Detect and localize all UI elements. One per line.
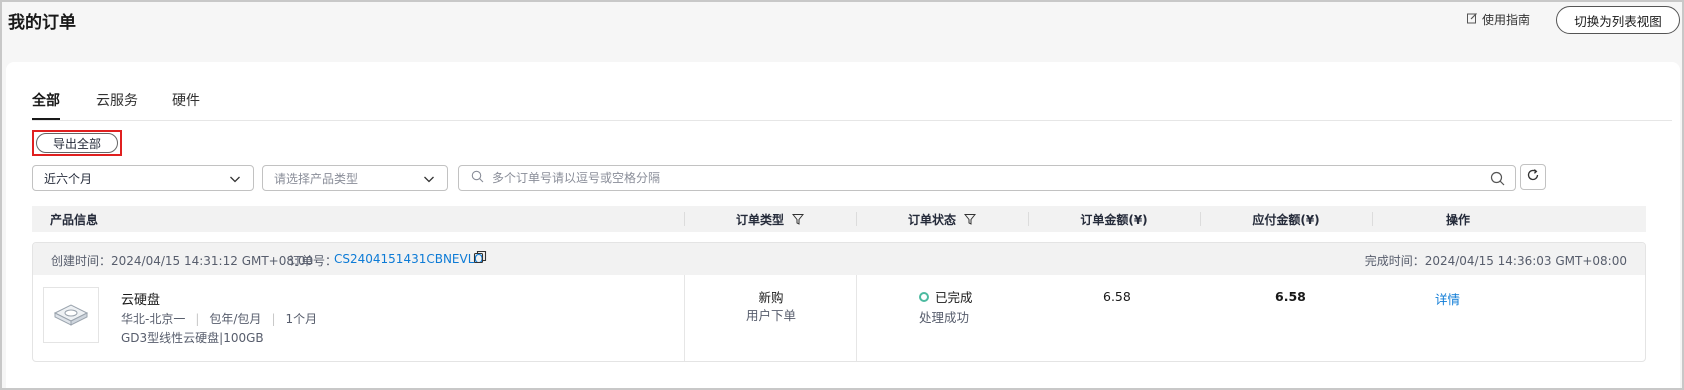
order-detail-link[interactable]: 详情 — [1435, 289, 1460, 308]
order-status-label: 已完成 — [935, 290, 973, 305]
order-created-time: 创建时间：2024/04/15 14:31:12 GMT+08:00 — [51, 254, 314, 268]
chevron-down-icon — [423, 173, 435, 187]
disk-icon — [51, 297, 91, 333]
column-product-info: 产品信息 — [50, 212, 99, 227]
product-type-select[interactable]: 请选择产品类型 — [262, 165, 448, 191]
order-amount-value: 6.58 — [1103, 289, 1131, 304]
order-type-sub: 用户下单 — [745, 308, 796, 323]
user-guide-link[interactable]: 使用指南 — [1466, 11, 1530, 28]
column-order-type: 订单类型 — [684, 206, 856, 232]
filter-icon[interactable] — [792, 213, 804, 225]
chevron-down-icon — [229, 173, 241, 187]
switch-to-list-view-button[interactable]: 切换为列表视图 — [1556, 6, 1680, 34]
search-submit-icon[interactable] — [1490, 171, 1505, 190]
order-card-header: 创建时间：2024/04/15 14:31:12 GMT+08:00 订单号： … — [33, 243, 1645, 275]
tab-hardware[interactable]: 硬件 — [172, 90, 200, 120]
order-number-link[interactable]: CS2404151431CBNEVLO — [334, 252, 483, 266]
column-order-amount: 订单金额(¥) — [1080, 212, 1148, 227]
tab-cloud-services[interactable]: 云服务 — [96, 90, 138, 120]
filter-icon[interactable] — [964, 213, 976, 225]
order-search-box — [458, 165, 1516, 191]
export-all-button[interactable]: 导出全部 — [36, 133, 118, 153]
edit-doc-icon — [1466, 12, 1478, 27]
order-number-label: 订单号： — [289, 254, 338, 268]
order-tabs: 全部 云服务 硬件 — [32, 90, 1672, 121]
order-type-value: 新购 — [758, 290, 784, 305]
time-range-value: 近六个月 — [44, 171, 93, 186]
product-thumbnail — [43, 287, 99, 343]
product-name: 云硬盘 — [121, 293, 161, 308]
column-payable-amount: 应付金额(¥) — [1252, 212, 1320, 227]
orders-card: 全部 云服务 硬件 导出全部 近六个月 请选择产品类型 多个订单号请以逗号或空格… — [6, 62, 1680, 388]
payable-amount-value: 6.58 — [1275, 289, 1306, 304]
product-duration: 1个月 — [285, 312, 318, 326]
tab-all[interactable]: 全部 — [32, 90, 60, 120]
refresh-icon — [1526, 168, 1540, 186]
orders-page: 我的订单 使用指南 切换为列表视图 全部 云服务 硬件 导出全部 近六个月 请选… — [0, 0, 1684, 390]
product-type-placeholder: 请选择产品类型 — [274, 171, 359, 186]
page-title: 我的订单 — [8, 13, 76, 33]
search-icon — [471, 170, 484, 187]
time-range-select[interactable]: 近六个月 — [32, 165, 254, 191]
export-highlight-frame: 导出全部 — [32, 130, 122, 156]
column-order-status-label: 订单状态 — [907, 212, 956, 227]
product-spec: GD3型线性云硬盘|100GB — [121, 331, 264, 345]
column-order-status: 订单状态 — [856, 206, 1028, 232]
order-card: 创建时间：2024/04/15 14:31:12 GMT+08:00 订单号： … — [32, 242, 1646, 362]
orders-table-header: 产品信息 订单类型 订单状态 订单金额(¥) 应付金额(¥) 操作 — [32, 206, 1646, 232]
user-guide-label: 使用指南 — [1482, 13, 1531, 27]
product-region: 华北-北京一 — [121, 312, 186, 326]
refresh-button[interactable] — [1520, 164, 1546, 190]
order-completed-time: 完成时间：2024/04/15 14:36:03 GMT+08:00 — [1364, 254, 1627, 268]
product-meta: 华北-北京一 | 包年/包月 | 1个月 — [121, 312, 318, 326]
status-dot — [919, 291, 929, 302]
order-status-sub: 处理成功 — [919, 310, 970, 325]
order-search-input[interactable] — [490, 170, 1474, 186]
copy-icon[interactable] — [473, 250, 487, 267]
product-billing: 包年/包月 — [209, 312, 262, 326]
column-actions: 操作 — [1445, 212, 1470, 227]
order-status: 已完成 — [919, 287, 973, 306]
column-order-type-label: 订单类型 — [735, 212, 784, 227]
